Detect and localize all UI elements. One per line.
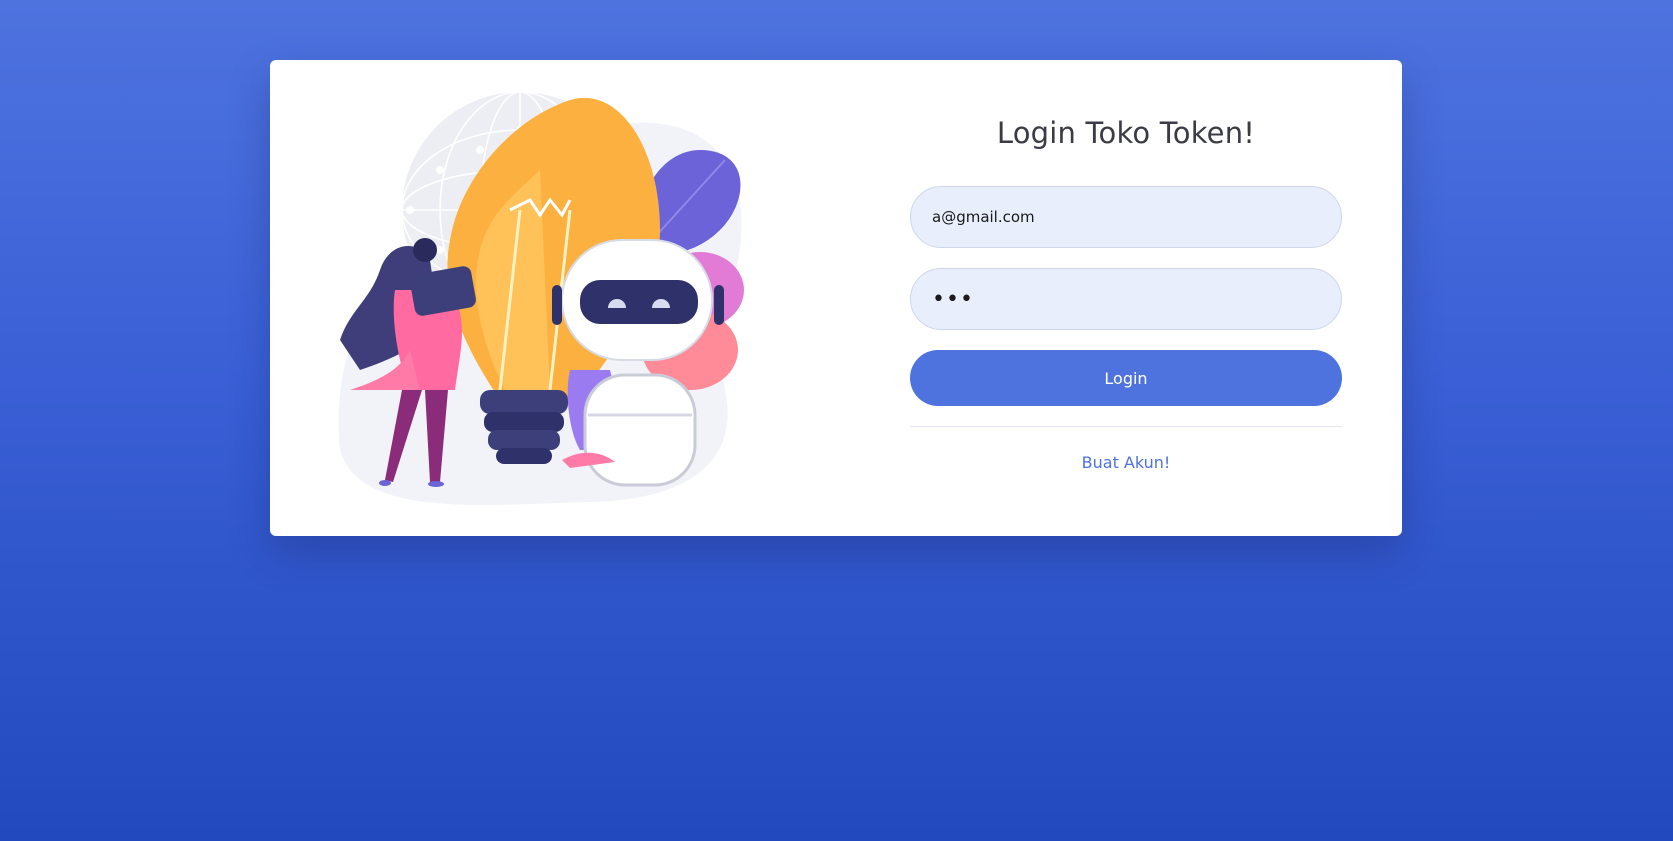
page-title: Login Toko Token! — [996, 116, 1256, 150]
login-card: Login Toko Token! Login Buat Akun! — [270, 60, 1402, 536]
password-field[interactable] — [910, 268, 1342, 330]
register-link[interactable]: Buat Akun! — [910, 453, 1342, 472]
login-button[interactable]: Login — [910, 350, 1342, 406]
login-form: Login Toko Token! Login Buat Akun! — [910, 60, 1342, 536]
divider — [910, 426, 1342, 427]
robot-lightbulb-illustration — [338, 91, 744, 505]
email-field[interactable] — [910, 186, 1342, 248]
